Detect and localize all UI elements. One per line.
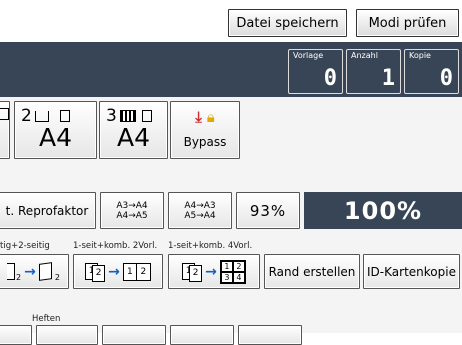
staple-off-button[interactable] bbox=[0, 325, 32, 345]
originals-counter: Vorlage 0 bbox=[288, 49, 343, 94]
page-2-num: 2 bbox=[95, 268, 102, 278]
duplex-source-sub: 2 bbox=[16, 273, 22, 282]
paper-orientation-icon bbox=[59, 110, 70, 122]
combine4-label: 1-seit+komb. 4Vorl. bbox=[168, 241, 253, 251]
page-2-icon: 2 bbox=[92, 265, 106, 282]
reduce-preset-line2: A4→A5 bbox=[116, 210, 148, 221]
combine2-button[interactable]: 1 2 → 12 bbox=[73, 254, 163, 289]
combine2-label: 1-seit+komb. 2Vorl. bbox=[73, 241, 158, 251]
ratio-93-label: 93% bbox=[249, 201, 287, 220]
top-toolbar: Datei speichern Modi prüfen bbox=[0, 0, 462, 42]
ratio-100-button[interactable]: 100% bbox=[304, 192, 462, 229]
copies-counter: Kopie 0 bbox=[404, 49, 459, 94]
tray-2-button[interactable]: 2 A4 bbox=[14, 101, 97, 159]
tray-2-size: A4 bbox=[38, 123, 72, 152]
combined-page-2: 2 bbox=[232, 260, 245, 272]
staple-option-4-button[interactable] bbox=[238, 325, 302, 345]
reduce-preset-button[interactable]: A3→A4 A4→A5 bbox=[100, 192, 164, 229]
arrow-right-icon: → bbox=[24, 263, 36, 280]
reprofactor-button[interactable]: t. Reprofaktor bbox=[0, 192, 96, 229]
quantity-counter-value: 1 bbox=[381, 66, 395, 91]
bypass-tray-icon: ⤓ bbox=[195, 108, 202, 126]
combine2-icon: 1 2 → 12 bbox=[85, 261, 151, 282]
page-2-num: 2 bbox=[192, 268, 199, 278]
quantity-counter-label: Anzahl bbox=[351, 51, 378, 60]
check-modes-button[interactable]: Modi prüfen bbox=[356, 9, 459, 37]
duplex-target-sub: 2 bbox=[54, 273, 60, 282]
staple-label: Heften bbox=[32, 314, 61, 324]
save-file-label: Datei speichern bbox=[236, 15, 339, 31]
save-file-button[interactable]: Datei speichern bbox=[228, 9, 347, 37]
paper-orientation-icon bbox=[141, 110, 152, 122]
copies-counter-label: Kopie bbox=[409, 51, 431, 60]
duplex-button[interactable]: 2 → 2 bbox=[0, 254, 69, 289]
id-card-button[interactable]: ID-Kartenkopie bbox=[363, 254, 460, 289]
reprofactor-label: t. Reprofaktor bbox=[5, 203, 89, 218]
arrow-right-icon: → bbox=[108, 263, 120, 280]
combined-page-1: 1 bbox=[124, 263, 137, 280]
id-card-label: ID-Kartenkopie bbox=[367, 264, 456, 279]
copier-screen: Datei speichern Modi prüfen Vorlage 0 An… bbox=[0, 0, 462, 345]
staple-option-2-button[interactable] bbox=[102, 325, 166, 345]
enlarge-preset-line1: A4→A3 bbox=[184, 200, 216, 211]
combined-2up-icon: 12 bbox=[122, 262, 151, 281]
tray-3-button[interactable]: 3 A4 bbox=[99, 101, 168, 159]
paper-orientation-icon bbox=[0, 108, 9, 120]
staple-option-1-button[interactable] bbox=[36, 325, 98, 345]
margin-label: Rand erstellen bbox=[268, 264, 356, 279]
combine4-icon: 1 2 → 1 2 3 4 bbox=[182, 259, 246, 284]
enlarge-preset-button[interactable]: A4→A3 A5→A4 bbox=[168, 192, 232, 229]
page-icon bbox=[7, 263, 16, 280]
page-2-icon: 2 bbox=[189, 265, 203, 282]
arrow-right-icon: → bbox=[205, 263, 217, 280]
combined-page-2: 2 bbox=[140, 266, 147, 277]
staple-option-3-button[interactable] bbox=[170, 325, 234, 345]
ratio-93-button[interactable]: 93% bbox=[236, 192, 300, 229]
ratio-100-label: 100% bbox=[343, 196, 423, 225]
quantity-counter: Anzahl 1 bbox=[346, 49, 401, 94]
combined-page-1: 1 bbox=[220, 260, 233, 272]
enlarge-preset-line2: A5→A4 bbox=[184, 210, 216, 221]
margin-button[interactable]: Rand erstellen bbox=[264, 254, 360, 289]
bypass-button[interactable]: ⤓ 🔒︎ Bypass bbox=[170, 101, 240, 159]
tray-empty-icon bbox=[34, 110, 49, 122]
combined-page-4: 4 bbox=[232, 271, 245, 283]
reduce-preset-line1: A3→A4 bbox=[116, 200, 148, 211]
bypass-icons: ⤓ 🔒︎ bbox=[171, 108, 239, 126]
copies-counter-value: 0 bbox=[439, 66, 453, 91]
tray-1-button-partial[interactable] bbox=[0, 101, 10, 159]
combined-4up-icon: 1 2 3 4 bbox=[219, 259, 246, 284]
duplex-page-icon bbox=[38, 262, 52, 281]
check-modes-label: Modi prüfen bbox=[368, 15, 447, 31]
combine4-button[interactable]: 1 2 → 1 2 3 4 bbox=[168, 254, 260, 289]
originals-counter-value: 0 bbox=[323, 66, 337, 91]
tray-3-size: A4 bbox=[116, 123, 150, 152]
originals-counter-label: Vorlage bbox=[293, 51, 324, 60]
tray-full-icon bbox=[119, 110, 136, 122]
bypass-label: Bypass bbox=[183, 135, 227, 149]
duplex-icon: 2 → 2 bbox=[7, 261, 60, 282]
combined-page-3: 3 bbox=[220, 271, 233, 283]
lock-icon: 🔒︎ bbox=[206, 108, 215, 126]
duplex-label: tig+2-seitig bbox=[0, 241, 50, 251]
